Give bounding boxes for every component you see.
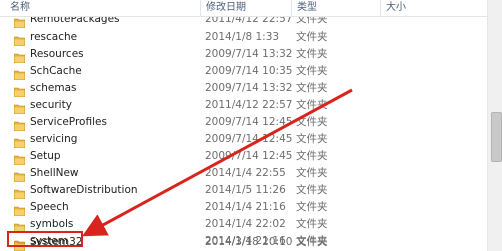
annotation-arrow <box>82 88 353 237</box>
arrow-shaft <box>82 88 353 237</box>
